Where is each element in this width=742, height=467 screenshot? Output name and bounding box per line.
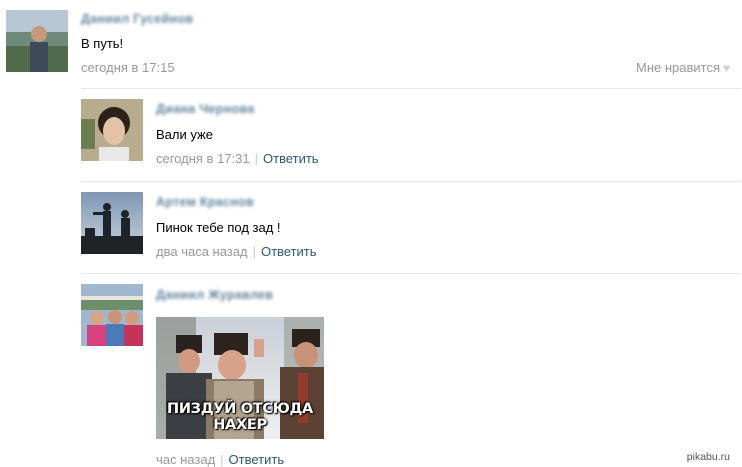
post-author-name[interactable]: Даниил Гусейнов xyxy=(81,12,193,26)
reply-link[interactable]: Ответить xyxy=(229,452,285,467)
like-button[interactable]: Мне нравится ♥ xyxy=(636,60,730,75)
comment-timestamp[interactable]: два часа назад xyxy=(156,244,248,259)
divider xyxy=(81,273,741,274)
comment-author-avatar[interactable] xyxy=(81,284,143,346)
comment-image[interactable]: ПИЗДУЙ ОТСЮДА НАХЕР xyxy=(156,317,324,439)
comment-meta: сегодня в 17:31 | Ответить xyxy=(156,151,319,166)
comment-author-avatar[interactable] xyxy=(81,99,143,161)
comment-timestamp[interactable]: сегодня в 17:31 xyxy=(156,151,250,166)
reply-link[interactable]: Ответить xyxy=(263,151,319,166)
comment-text: Вали уже xyxy=(156,127,213,142)
like-label: Мне нравится xyxy=(636,60,721,75)
meme-caption: ПИЗДУЙ ОТСЮДА НАХЕР xyxy=(167,401,313,433)
comment-author-name[interactable]: Диана Чернова xyxy=(156,102,254,116)
watermark: pikabu.ru xyxy=(686,451,730,463)
post-author-avatar[interactable] xyxy=(6,10,68,72)
post-text: В путь! xyxy=(81,36,124,51)
post-time[interactable]: сегодня в 17:15 xyxy=(81,60,175,75)
divider xyxy=(81,88,741,89)
comment-author-avatar[interactable] xyxy=(81,192,143,254)
comment-timestamp[interactable]: час назад xyxy=(156,452,215,467)
comment-author-name[interactable]: Даниил Журавлев xyxy=(156,288,273,302)
post-timestamp[interactable]: сегодня в 17:15 xyxy=(81,60,175,75)
comment-meta: час назад | Ответить xyxy=(156,452,285,467)
comment-text: Пинок тебе под зад ! xyxy=(156,220,281,235)
divider xyxy=(81,181,741,182)
comment-author-name[interactable]: Артем Краснов xyxy=(156,195,254,209)
reply-link[interactable]: Ответить xyxy=(261,244,317,259)
comment-meta: два часа назад | Ответить xyxy=(156,244,317,259)
heart-icon: ♥ xyxy=(723,61,731,75)
